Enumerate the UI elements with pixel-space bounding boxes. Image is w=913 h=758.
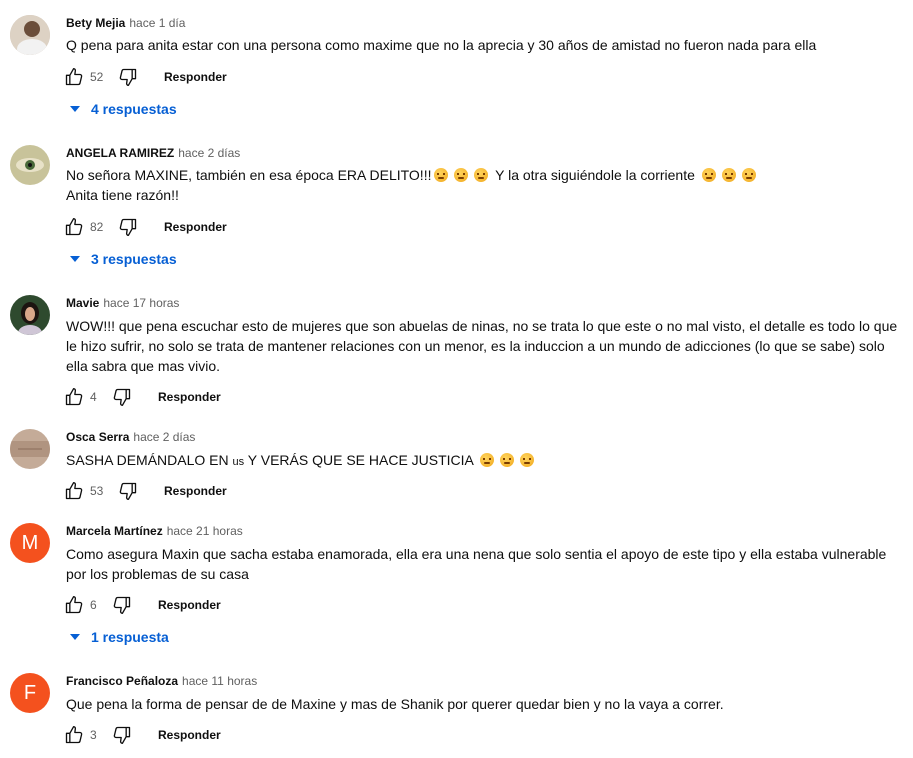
avatar[interactable] <box>10 429 50 469</box>
comment-actions: 4 Responder <box>64 387 221 407</box>
comment-actions: 6 Responder <box>64 595 221 615</box>
like-count: 4 <box>90 390 97 404</box>
comment-header: Francisco Peñaloza hace 11 horas <box>66 673 257 689</box>
like-icon[interactable] <box>64 725 84 745</box>
caret-down-icon <box>70 106 80 112</box>
angry-face-icon <box>480 453 495 467</box>
like-icon[interactable] <box>64 67 84 87</box>
like-count: 53 <box>90 484 104 498</box>
avatar[interactable]: F <box>10 673 50 713</box>
dislike-icon[interactable] <box>118 217 138 237</box>
like-icon[interactable] <box>64 387 84 407</box>
author-name[interactable]: Bety Mejia <box>66 16 125 30</box>
author-name[interactable]: Mavie <box>66 296 99 310</box>
comment-text: WOW!!! que pena escuchar esto de mujeres… <box>66 318 898 374</box>
avatar-photo-icon <box>10 295 50 335</box>
like-icon[interactable] <box>64 595 84 615</box>
view-replies-button[interactable]: 1 respuesta <box>70 629 169 645</box>
caret-down-icon <box>70 256 80 262</box>
dislike-icon[interactable] <box>112 387 132 407</box>
comment-time[interactable]: hace 21 horas <box>167 524 243 538</box>
comment-header: Marcela Martínez hace 21 horas <box>66 523 243 539</box>
avatar[interactable] <box>10 295 50 335</box>
comment-text-small: us <box>232 456 245 468</box>
like-icon[interactable] <box>64 481 84 501</box>
dislike-icon[interactable] <box>118 481 138 501</box>
comment-actions: 82 Responder <box>64 217 227 237</box>
comment-time[interactable]: hace 17 horas <box>103 296 179 310</box>
comment-text-part: Y la otra siguiéndole la corriente <box>491 167 699 183</box>
comment-actions: 3 Responder <box>64 725 221 745</box>
comment-header: Osca Serra hace 2 días <box>66 429 195 445</box>
avatar-photo-icon <box>10 145 50 185</box>
reply-button[interactable]: Responder <box>158 390 221 404</box>
author-name[interactable]: ANGELA RAMIREZ <box>66 146 174 160</box>
like-icon[interactable] <box>64 217 84 237</box>
avatar-photo-icon <box>10 15 50 55</box>
replies-count: 1 respuesta <box>91 629 169 645</box>
comment-time[interactable]: hace 2 días <box>178 146 240 160</box>
avatar[interactable]: M <box>10 523 50 563</box>
comment-text: Q pena para anita estar con una persona … <box>66 37 817 53</box>
author-name[interactable]: Francisco Peñaloza <box>66 674 178 688</box>
angry-face-icon <box>721 168 736 182</box>
comment-actions: 53 Responder <box>64 481 227 501</box>
view-replies-button[interactable]: 4 respuestas <box>70 101 177 117</box>
angry-face-icon <box>741 168 756 182</box>
angry-face-icon <box>454 168 469 182</box>
comment-time[interactable]: hace 11 horas <box>182 674 257 688</box>
comment-time[interactable]: hace 2 días <box>133 430 195 444</box>
comment-text: Que pena la forma de pensar de de Maxine… <box>66 696 724 712</box>
comment-time[interactable]: hace 1 día <box>129 16 185 30</box>
like-count: 52 <box>90 70 104 84</box>
caret-down-icon <box>70 634 80 640</box>
angry-face-icon <box>474 168 489 182</box>
reply-button[interactable]: Responder <box>158 728 221 742</box>
comment-text: No señora MAXINE, también en esa época E… <box>66 165 906 205</box>
avatar[interactable] <box>10 145 50 185</box>
comment-header: ANGELA RAMIREZ hace 2 días <box>66 145 240 161</box>
comment-text-part: SASHA DEMÁNDALO EN <box>66 452 233 468</box>
comment-text: SASHA DEMÁNDALO EN us Y VERÁS QUE SE HAC… <box>66 450 906 472</box>
reply-button[interactable]: Responder <box>158 598 221 612</box>
avatar-letter: M <box>21 531 39 554</box>
like-count: 3 <box>90 728 97 742</box>
angry-face-icon <box>520 453 535 467</box>
comment-text-part: No señora MAXINE, también en esa época E… <box>66 167 432 183</box>
comment-actions: 52 Responder <box>64 67 227 87</box>
comment-header: Mavie hace 17 horas <box>66 295 179 311</box>
author-name[interactable]: Osca Serra <box>66 430 129 444</box>
reply-button[interactable]: Responder <box>164 220 227 234</box>
reply-button[interactable]: Responder <box>164 484 227 498</box>
reply-button[interactable]: Responder <box>164 70 227 84</box>
avatar-letter: F <box>23 681 37 704</box>
comment-header: Bety Mejia hace 1 día <box>66 15 185 31</box>
replies-count: 3 respuestas <box>91 251 177 267</box>
comment-text-line: Anita tiene razón!! <box>66 187 179 203</box>
angry-face-icon <box>500 453 515 467</box>
dislike-icon[interactable] <box>112 595 132 615</box>
avatar[interactable] <box>10 15 50 55</box>
replies-count: 4 respuestas <box>91 101 177 117</box>
author-name[interactable]: Marcela Martínez <box>66 524 163 538</box>
comment-text: Como asegura Maxin que sacha estaba enam… <box>66 546 887 582</box>
dislike-icon[interactable] <box>118 67 138 87</box>
like-count: 82 <box>90 220 104 234</box>
angry-face-icon <box>434 168 449 182</box>
angry-face-icon <box>701 168 716 182</box>
avatar-photo-icon <box>10 429 50 469</box>
like-count: 6 <box>90 598 97 612</box>
view-replies-button[interactable]: 3 respuestas <box>70 251 177 267</box>
dislike-icon[interactable] <box>112 725 132 745</box>
comment-text-part: Y VERÁS QUE SE HACE JUSTICIA <box>244 452 478 468</box>
